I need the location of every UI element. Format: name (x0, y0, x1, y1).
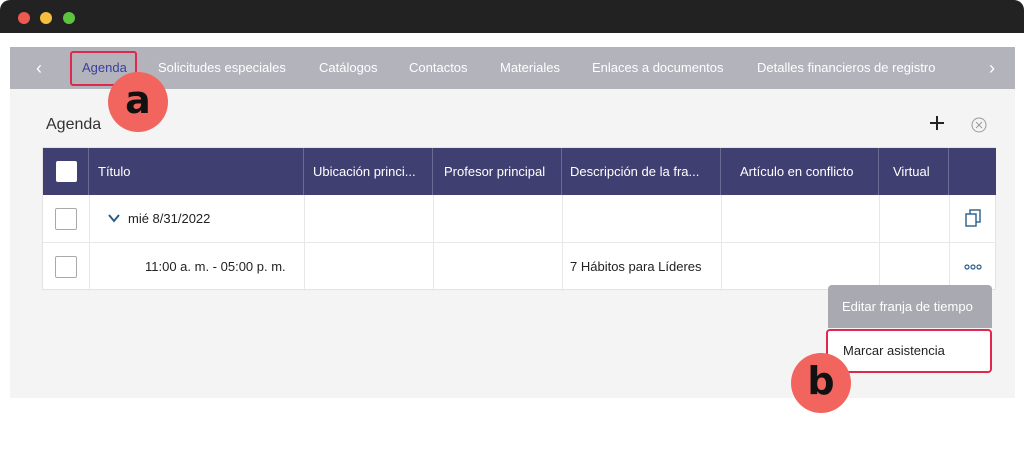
cell-divider (89, 243, 90, 291)
cell-divider (562, 243, 563, 291)
table-header: Título Ubicación princi... Profesor prin… (43, 148, 996, 195)
copy-icon[interactable] (965, 209, 981, 227)
menu-item-marcar-asistencia[interactable]: Marcar asistencia (826, 329, 992, 373)
row-checkbox[interactable] (55, 208, 77, 230)
cell-divider (89, 195, 90, 243)
column-header-virtual[interactable]: Virtual (879, 148, 949, 195)
tab-materiales[interactable]: Materiales (500, 60, 560, 75)
cell-divider (721, 243, 722, 291)
window-minimize-dot[interactable] (40, 12, 52, 24)
row-checkbox[interactable] (55, 256, 77, 278)
column-header-actions (949, 148, 996, 195)
cell-divider (562, 195, 563, 243)
cell-divider (879, 243, 880, 291)
plus-icon[interactable] (927, 113, 947, 133)
cell-divider (433, 195, 434, 243)
tab-detalles-financieros[interactable]: Detalles financieros de registro (757, 60, 935, 75)
section-title: Agenda (46, 116, 102, 133)
row-time-range: 11:00 a. m. - 05:00 p. m. (145, 259, 286, 274)
more-icon[interactable] (964, 264, 982, 270)
window-close-dot[interactable] (18, 12, 30, 24)
select-all-checkbox[interactable] (56, 161, 77, 182)
cell-divider (304, 195, 305, 243)
cell-divider (721, 195, 722, 243)
window-maximize-dot[interactable] (63, 12, 75, 24)
callout-badge-b: b (791, 353, 851, 413)
tab-solicitudes-especiales[interactable]: Solicitudes especiales (158, 60, 286, 75)
chevron-right-icon[interactable]: › (984, 59, 1000, 77)
row-description: 7 Hábitos para Líderes (570, 259, 702, 274)
header-checkbox-cell (43, 148, 89, 195)
row-action-menu: Editar franja de tiempo Marcar asistenci… (826, 285, 992, 373)
cell-divider (433, 243, 434, 291)
column-header-titulo[interactable]: Título (89, 148, 304, 195)
window-titlebar (0, 0, 1024, 33)
column-header-ubicacion[interactable]: Ubicación princi... (304, 148, 433, 195)
chevron-left-icon[interactable]: ‹ (31, 59, 47, 77)
column-header-conflicto[interactable]: Artículo en conflicto (721, 148, 879, 195)
table-row[interactable]: mié 8/31/2022 (43, 195, 996, 243)
cell-divider (949, 243, 950, 291)
circle-x-icon[interactable] (971, 117, 987, 133)
cell-divider (304, 243, 305, 291)
row-date-label: mié 8/31/2022 (128, 211, 211, 226)
tab-enlaces-documentos[interactable]: Enlaces a documentos (592, 60, 724, 75)
agenda-table: Título Ubicación princi... Profesor prin… (42, 147, 996, 291)
column-header-profesor[interactable]: Profesor principal (433, 148, 562, 195)
tab-agenda[interactable]: Agenda (82, 60, 127, 75)
tab-contactos[interactable]: Contactos (409, 60, 468, 75)
callout-badge-a: a (108, 72, 168, 132)
table-row[interactable]: 11:00 a. m. - 05:00 p. m. 7 Hábitos para… (43, 243, 996, 291)
menu-item-editar-franja[interactable]: Editar franja de tiempo (828, 285, 992, 328)
chevron-down-icon[interactable] (107, 211, 121, 225)
cell-divider (949, 195, 950, 243)
column-header-descripcion[interactable]: Descripción de la fra... (562, 148, 721, 195)
tab-catalogos[interactable]: Catálogos (319, 60, 378, 75)
cell-divider (879, 195, 880, 243)
